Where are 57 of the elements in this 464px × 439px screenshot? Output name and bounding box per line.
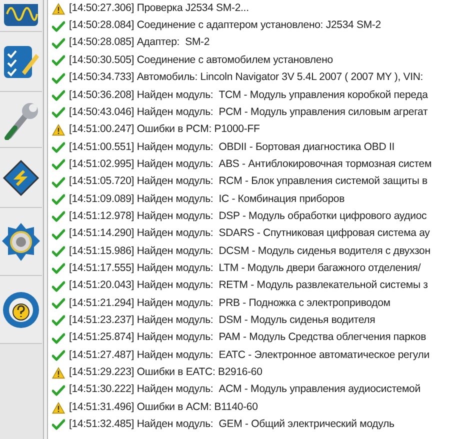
log-entry: [14:50:43.046] Найден модуль: PCM - Модуль управления силовым агрегат	[69, 104, 428, 120]
check-icon	[52, 90, 65, 101]
check-icon	[52, 55, 65, 66]
check-icon	[52, 384, 65, 396]
log-entry: [14:51:30.222] Найден модуль: ACM - Модуль управления аудиосистемой	[69, 382, 420, 398]
oscilloscope-button[interactable]	[0, 0, 42, 32]
log-entry: [14:51:20.043] Найден модуль: RETM - Модуль развлекательной системы з	[69, 278, 428, 294]
check-icon	[52, 194, 65, 205]
checklist-button[interactable]	[0, 32, 42, 92]
log-entry: [14:51:32.485] Найден модуль: GEM - Общий электрический модуль	[69, 417, 394, 432]
settings-button[interactable]	[0, 208, 42, 276]
log-entry: [14:51:29.223] Ошибки в EATC: B2916-60	[69, 365, 262, 380]
waveform-icon	[3, 4, 39, 28]
log-entry: [14:50:28.085] Адаптер: SM-2	[69, 35, 210, 50]
log-entry: [14:51:15.986] Найден модуль: DCSM - Модуль сиденья водителя с двухзон	[69, 244, 430, 259]
check-icon	[52, 176, 65, 188]
log-entry: [14:51:02.995] Найден модуль: ABS - Антиблокировочная тормозная систем	[69, 156, 432, 172]
log-entry: [14:51:27.487] Найден модуль: EATC - Электронное автоматическое регули	[69, 348, 430, 363]
log-entry: [14:51:12.978] Найден модуль: DSP - Модуль обработки цифрового аудиос	[69, 208, 427, 224]
log-entry: [14:51:21.294] Найден модуль: PRB - Подножка с электроприводом	[69, 296, 390, 311]
check-icon	[52, 263, 65, 274]
check-icon	[52, 350, 65, 362]
log-entry: [14:51:31.496] Ошибки в ACM: B1140-60	[69, 400, 258, 415]
check-icon	[52, 211, 65, 222]
log-entry: [14:51:00.247] Ошибки в PCM: P1000-FF	[69, 122, 260, 138]
check-icon	[52, 142, 65, 153]
log-entry: [14:51:09.089] Найден модуль: IC - Комбинация приборов	[69, 192, 345, 207]
settings-icon	[1, 220, 41, 262]
log-entry: [14:50:36.208] Найден модуль: TCM - Модуль управления коробкой переда	[69, 88, 428, 103]
log-entry: [14:50:27.306] Проверка J2534 SM-2...	[69, 0, 249, 16]
check-icon	[52, 246, 65, 257]
warning-icon	[52, 124, 65, 136]
warning-icon	[52, 366, 65, 379]
check-icon	[52, 20, 65, 32]
log-entry: [14:51:14.290] Найден модуль: SDARS - Спутниковая цифровая система ау	[69, 226, 430, 242]
log-entry: [14:50:30.505] Соединение с автомобилем установлено	[69, 52, 333, 68]
check-icon	[52, 107, 65, 118]
check-icon	[52, 298, 65, 310]
warning-icon	[52, 402, 65, 414]
wrench-button[interactable]	[0, 92, 42, 148]
log-entry: [14:50:28.084] Соединение с адаптером установлено: J2534 SM-2	[69, 18, 381, 34]
log-entry: [14:51:05.720] Найден модуль: RCM - Блок управления системой защиты в	[69, 174, 428, 190]
log-entry: [14:51:00.551] Найден модуль: OBDII - Бортовая диагностика OBD II	[69, 140, 394, 155]
warning-icon	[52, 2, 65, 15]
check-icon	[52, 419, 65, 430]
log-entry: [14:51:17.555] Найден модуль: LTM - Модуль двери багажного отделения/	[69, 260, 421, 276]
log-entry: [14:51:23.237] Найден модуль: DSM - Модуль сиденья водителя	[69, 312, 376, 328]
log-entry: [14:50:34.733] Автомобиль: Lincoln Navigator 3V 5.4L 2007 ( 2007 MY ), VIN:	[69, 70, 424, 86]
check-icon	[52, 332, 65, 344]
log-entry: [14:51:25.874] Найден модуль: PAM - Модуль Средства облегчения парков	[69, 330, 426, 346]
check-icon	[52, 280, 65, 292]
check-icon	[52, 315, 65, 326]
check-icon	[52, 159, 65, 170]
check-icon	[52, 228, 65, 240]
check-icon	[52, 72, 65, 84]
check-icon	[52, 38, 65, 49]
help-button[interactable]	[0, 276, 42, 344]
